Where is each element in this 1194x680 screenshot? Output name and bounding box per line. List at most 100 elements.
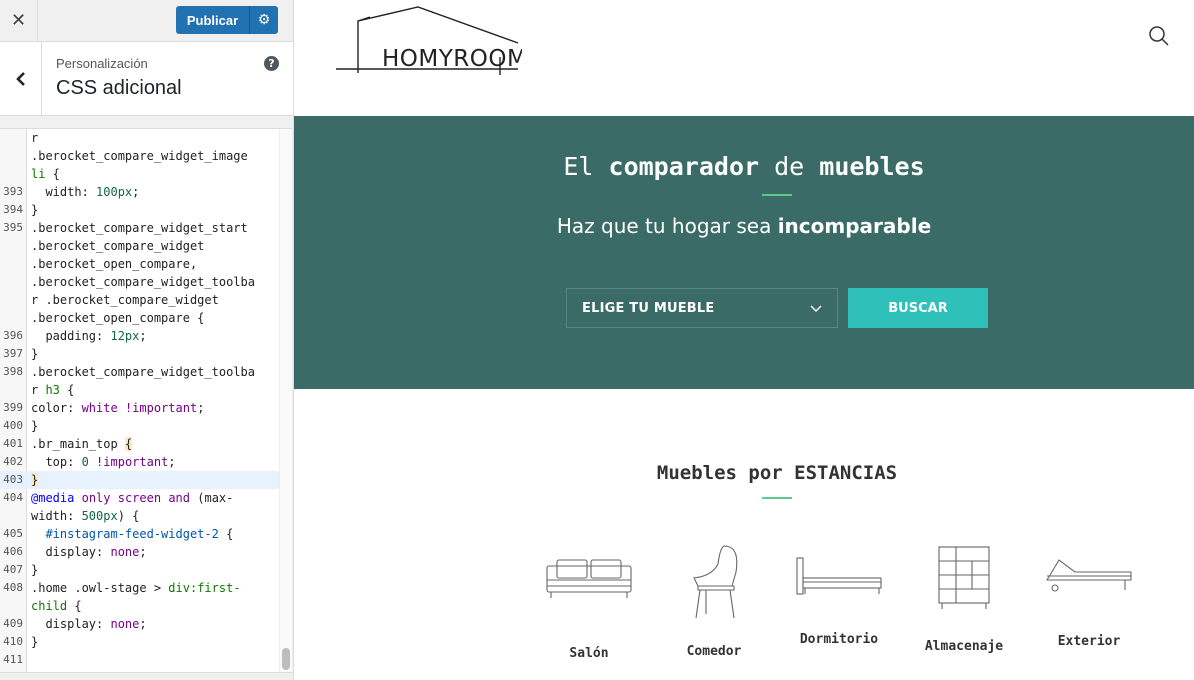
code-line[interactable]: 398 .berocket_compare_widget_toolba — [0, 363, 279, 381]
code-line[interactable]: 395 .berocket_compare_widget_start — [0, 219, 279, 237]
furniture-select-label: ELIGE TU MUEBLE — [582, 300, 715, 316]
breadcrumb: Personalización — [56, 56, 148, 71]
search-button[interactable]: BUSCAR — [848, 288, 988, 328]
code-line[interactable]: 405 #instagram-feed-widget-2 { — [0, 525, 279, 543]
room-label: Salón — [569, 646, 609, 661]
code-line[interactable]: 409 display: none; — [0, 615, 279, 633]
code-text: li { — [31, 167, 60, 181]
code-line[interactable]: 400} — [0, 417, 279, 435]
section-header: Personalización CSS adicional ? — [0, 42, 293, 116]
code-text: width: 500px) { — [31, 509, 140, 523]
room-item-salon[interactable]: Salón — [529, 552, 649, 661]
code-line[interactable]: 410} — [0, 633, 279, 651]
close-button[interactable]: ✕ — [0, 0, 38, 41]
code-text: r h3 { — [31, 383, 75, 397]
room-item-exterior[interactable]: Exterior — [1029, 554, 1149, 649]
sidebar-footer — [0, 672, 293, 680]
bed-icon — [796, 557, 882, 595]
code-text: } — [31, 563, 39, 577]
line-number: 393 — [3, 185, 23, 198]
code-line[interactable]: r .berocket_compare_widget — [0, 291, 279, 309]
code-line[interactable]: r — [0, 129, 279, 147]
code-text: color: white !important; — [31, 401, 205, 415]
line-number: 402 — [3, 455, 23, 468]
rooms-section-title: Muebles por ESTANCIAS — [656, 462, 898, 484]
room-item-almacenaje[interactable]: Almacenaje — [904, 545, 1024, 654]
line-number: 399 — [3, 401, 23, 414]
code-line[interactable]: child { — [0, 597, 279, 615]
code-text: r — [31, 131, 39, 145]
back-button[interactable] — [0, 42, 42, 115]
code-text: } — [31, 419, 39, 433]
editor-scrollbar-track[interactable] — [279, 129, 292, 672]
room-label: Almacenaje — [924, 639, 1004, 654]
code-line[interactable]: 403} — [0, 471, 279, 489]
code-text: } — [31, 473, 39, 487]
code-line[interactable]: 411 — [0, 651, 279, 669]
code-text: display: none; — [31, 545, 147, 559]
code-line[interactable]: 399 color: white !important; — [0, 399, 279, 417]
site-preview: HOMYROOM El comparador de muebles Haz qu… — [294, 0, 1194, 680]
code-line[interactable]: .berocket_compare_widget_toolba — [0, 273, 279, 291]
code-line[interactable]: 393 width: 100px; — [0, 183, 279, 201]
chevron-left-icon — [15, 71, 25, 86]
code-line[interactable]: 396 padding: 12px; — [0, 327, 279, 345]
chevron-down-icon — [810, 305, 822, 312]
code-text: .berocket_compare_widget — [31, 239, 205, 253]
code-line[interactable]: r h3 { — [0, 381, 279, 399]
code-line[interactable]: .berocket_open_compare { — [0, 309, 279, 327]
line-number: 405 — [3, 527, 23, 540]
code-line[interactable]: 402 top: 0 !important; — [0, 453, 279, 471]
code-line[interactable]: 406 display: none; — [0, 543, 279, 561]
line-number: 396 — [3, 329, 23, 342]
line-number: 406 — [3, 545, 23, 558]
site-header: HOMYROOM — [294, 0, 1194, 116]
line-number: 395 — [3, 221, 23, 234]
line-number: 404 — [3, 491, 23, 504]
code-text: .berocket_compare_widget_image — [31, 149, 248, 163]
gear-icon[interactable]: ⚙ — [249, 6, 278, 34]
line-number: 397 — [3, 347, 23, 360]
editor-scrollbar-thumb[interactable] — [282, 648, 290, 670]
code-text: .berocket_open_compare { — [31, 311, 205, 325]
help-icon[interactable]: ? — [264, 56, 279, 71]
code-line[interactable]: 404 @media only screen and (max- — [0, 489, 279, 507]
code-text: @media only screen and (max- — [31, 491, 234, 505]
code-line[interactable]: 394} — [0, 201, 279, 219]
room-item-dormitorio[interactable]: Dormitorio — [779, 552, 899, 647]
line-number: 409 — [3, 617, 23, 630]
publish-label: Publicar — [186, 12, 239, 28]
line-number: 411 — [3, 653, 23, 666]
furniture-select[interactable]: ELIGE TU MUEBLE — [566, 288, 838, 328]
code-text: .berocket_compare_widget_toolba — [31, 275, 255, 289]
code-text: child { — [31, 599, 82, 613]
code-line[interactable]: 407} — [0, 561, 279, 579]
site-logo[interactable]: HOMYROOM — [336, 5, 527, 81]
code-line[interactable]: .berocket_open_compare, — [0, 255, 279, 273]
room-item-comedor[interactable]: Comedor — [654, 542, 774, 659]
room-label: Dormitorio — [799, 632, 879, 647]
code-line[interactable]: .berocket_compare_widget_image — [0, 147, 279, 165]
code-line[interactable]: 401 .br_main_top { — [0, 435, 279, 453]
line-number: 408 — [3, 581, 23, 594]
code-text: padding: 12px; — [31, 329, 147, 343]
code-line[interactable]: 397} — [0, 345, 279, 363]
publish-button[interactable]: Publicar ⚙ — [176, 6, 278, 34]
hero-subtitle: Haz que tu hogar sea incomparable — [556, 214, 932, 238]
line-number: 410 — [3, 635, 23, 648]
code-line[interactable]: 408 .home .owl-stage > div:first- — [0, 579, 279, 597]
lounger-icon — [1046, 559, 1132, 592]
code-text: .berocket_compare_widget_start — [31, 221, 248, 235]
css-code-editor[interactable]: r .berocket_compare_widget_imageli { 393 w… — [0, 128, 292, 672]
customizer-topbar: ✕ Publicar ⚙ — [0, 0, 293, 42]
rooms-title-underline — [762, 497, 792, 499]
line-number: 400 — [3, 419, 23, 432]
code-line[interactable]: .berocket_compare_widget — [0, 237, 279, 255]
search-icon[interactable] — [1148, 25, 1170, 47]
room-label: Comedor — [686, 644, 742, 659]
code-lines[interactable]: r .berocket_compare_widget_imageli { 393 w… — [0, 129, 279, 669]
code-text: display: none; — [31, 617, 147, 631]
line-number: 401 — [3, 437, 23, 450]
code-line[interactable]: li { — [0, 165, 279, 183]
code-line[interactable]: width: 500px) { — [0, 507, 279, 525]
